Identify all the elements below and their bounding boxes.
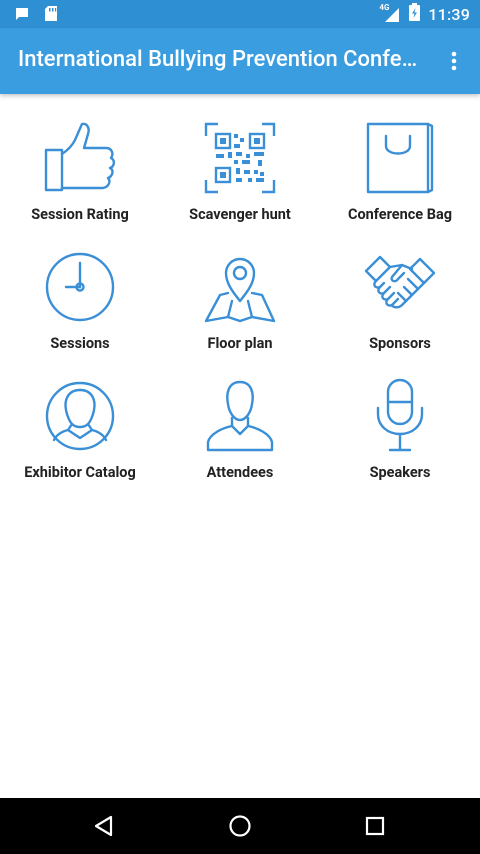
home-button[interactable] <box>224 810 256 842</box>
recents-icon <box>365 816 385 836</box>
tile-session-rating[interactable]: Session Rating <box>0 106 160 235</box>
tile-label: Conference Bag <box>347 206 453 223</box>
tile-exhibitor-catalog[interactable]: Exhibitor Catalog <box>0 364 160 493</box>
tile-label: Session Rating <box>31 206 129 223</box>
back-icon <box>94 815 113 837</box>
qr-code-icon <box>204 122 276 194</box>
message-icon <box>14 6 30 26</box>
app-bar: International Bullying Prevention Confer… <box>0 28 480 94</box>
status-system: 4G 11:39 <box>379 0 470 28</box>
clock-icon <box>45 252 115 322</box>
feature-grid: Session Rating Scavenger hunt Conference… <box>0 106 480 493</box>
overflow-menu-button[interactable] <box>438 45 470 77</box>
handshake-icon <box>364 255 436 309</box>
tile-label: Sessions <box>50 335 110 352</box>
status-notifications <box>14 5 58 26</box>
map-pin-icon <box>204 257 276 323</box>
battery-icon <box>409 3 421 25</box>
tile-label: Floor plan <box>207 335 273 352</box>
tile-sessions[interactable]: Sessions <box>0 235 160 364</box>
tile-floor-plan[interactable]: Floor plan <box>160 235 320 364</box>
signal-icon: 4G <box>379 3 401 24</box>
person-circle-icon <box>45 381 115 451</box>
shopping-bag-icon <box>366 122 434 194</box>
tile-sponsors[interactable]: Sponsors <box>320 235 480 364</box>
tile-label: Attendees <box>206 464 274 481</box>
sd-card-icon <box>44 5 58 26</box>
tile-label: Sponsors <box>369 335 431 352</box>
person-icon <box>206 380 274 452</box>
status-bar: 4G 11:39 <box>0 0 480 28</box>
tile-speakers[interactable]: Speakers <box>320 364 480 493</box>
tile-scavenger-hunt[interactable]: Scavenger hunt <box>160 106 320 235</box>
home-icon <box>229 815 251 837</box>
tile-label: Speakers <box>369 464 431 481</box>
app-title: International Bullying Prevention Confer… <box>18 47 418 72</box>
back-button[interactable] <box>88 810 120 842</box>
tile-label: Scavenger hunt <box>189 206 291 223</box>
tile-conference-bag[interactable]: Conference Bag <box>320 106 480 235</box>
thumbs-up-icon <box>44 122 116 192</box>
tile-label: Exhibitor Catalog <box>24 464 136 481</box>
status-time: 11:39 <box>428 4 470 24</box>
recents-button[interactable] <box>359 810 391 842</box>
microphone-icon <box>376 378 424 452</box>
navigation-bar <box>0 798 480 854</box>
tile-attendees[interactable]: Attendees <box>160 364 320 493</box>
more-vert-icon <box>451 51 457 71</box>
